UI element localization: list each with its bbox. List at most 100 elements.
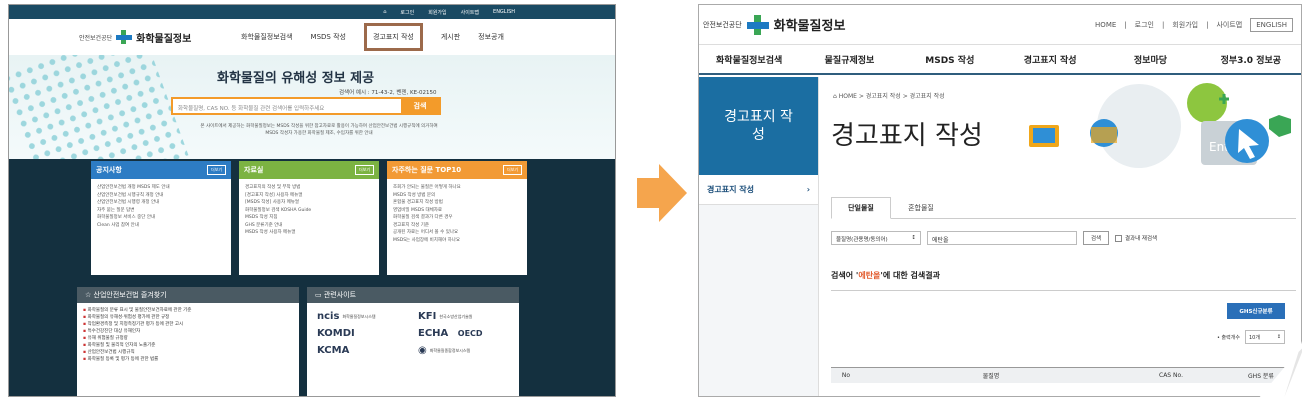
nav-chemical-search[interactable]: 화학물질정보검색 [699,53,799,66]
signup-link[interactable]: 회원가입 [428,9,446,16]
faq-more-button[interactable]: 더보기 [502,165,522,175]
nav-chemical-search[interactable]: 화학물질정보검색 [241,32,293,42]
tab-single-substance[interactable]: 단일물질 [831,197,891,219]
col-no: No [841,372,851,379]
list-item[interactable]: MSDS 작성 방법 문의 [393,192,521,200]
search-input[interactable]: 에탄올 [927,231,1077,245]
archive-card-header: 자료실 더보기 [239,161,379,179]
list-item[interactable]: [경고표지 작성] 사용자 메뉴얼 [245,192,373,200]
list-item[interactable]: 산업안전보건법 시행규칙 개정 안내 [97,192,225,200]
list-item[interactable]: GHS 분류기준 안내 [245,222,373,230]
search-button[interactable]: 검색 [1083,231,1109,245]
site-logo-echa[interactable]: ECHA OECD [418,328,509,339]
hero-search-button[interactable]: 검색 [401,99,439,113]
list-item[interactable]: 자주 묻는 질문 답변 [97,207,225,215]
main-site-screenshot: ⌂ 로그인 회원가입 사이트맵 ENGLISH 안전보건공단 화학물질정보 화학… [8,4,616,397]
list-item[interactable]: ▪ 화학물질 등록 및 평가 등에 관한 법률 [83,356,293,363]
list-item[interactable]: 화학물질정보 검색 KOSHA Guide [245,207,373,215]
ghs-new-classification-button[interactable]: GHS신규분류 [1227,303,1285,319]
tab-mixture[interactable]: 혼합물질 [891,197,951,218]
sitemap-link[interactable]: 사이트맵 [461,9,479,16]
list-item[interactable]: MSDS는 사업장에 비치해야 하나요 [393,237,521,245]
hero-search-input[interactable]: 화학물질명, CAS NO. 등 화학물질 관련 검색어를 입력하주세요 [173,99,401,113]
site-logo-kcma[interactable]: KCMA [317,345,408,356]
law-links-header: ☆ 산업안전보건법 즐겨찾기 [77,287,299,303]
nav-info-yard[interactable]: 정보마당 [1100,53,1200,66]
site-name: 화학물질정보 [136,33,192,45]
signup-link[interactable]: 회원가입 [1172,20,1198,30]
output-count-label: • 출력개수 [1217,334,1240,341]
list-item[interactable]: [MSDS 작성] 사용자 메뉴얼 [245,199,373,207]
nav-warning-label[interactable]: 경고표지 작성 [1000,53,1100,66]
results-table-header: No 물질명 CAS No. GHS 분류 [831,367,1301,383]
faq-list: 조회가 안되는 물질은 어떻게 하나요 MSDS 작성 방법 문의 혼합물 경고… [387,179,527,249]
list-item[interactable]: MSDS 작성 지침 [245,214,373,222]
nav-msds[interactable]: MSDS 작성 [900,53,1000,66]
col-substance: 물질명 [982,373,1000,380]
list-item[interactable]: 공개된 자료는 어디서 볼 수 있나요 [393,229,521,237]
nav-regulation[interactable]: 물질규제정보 [799,53,899,66]
faq-card: 자주하는 질문 TOP10 더보기 조회가 안되는 물질은 어떻게 하나요 MS… [387,161,527,275]
list-item[interactable]: MSDS 작성 사용자 메뉴얼 [245,229,373,237]
sidebar-item-warning-label[interactable]: 경고표지 작성 › [699,175,818,205]
search-type-select[interactable]: 물질명(관용명/동의어) ↕ [831,231,921,245]
site-logo-kfi[interactable]: KFI 한국소방산업기술원 [418,311,509,322]
site-logo-oecd[interactable]: OECD [458,329,483,338]
archive-list: 경고표지의 작성 및 부착 방법 [경고표지 작성] 사용자 메뉴얼 [MSDS… [239,179,379,242]
select-value: 물질명(관용명/동의어) [836,237,888,243]
law-links-card: ☆ 산업안전보건법 즐겨찾기 ▪ 화학물질의 분류 표시 및 물질안전보건자료에… [77,287,299,396]
nav-msds[interactable]: MSDS 작성 [311,32,346,42]
list-item[interactable]: ▪ 산업안전보건법 시행규칙 [83,349,293,356]
list-item[interactable]: ▪ 특수건강진단 대상 유해인자 [83,328,293,335]
english-link[interactable]: ENGLISH [493,9,515,15]
login-link[interactable]: 로그인 [400,9,414,16]
notice-more-button[interactable]: 더보기 [206,165,226,175]
select-arrow-icon: ↕ [911,235,916,241]
site-logo[interactable]: 안전보건공단 화학물질정보 [79,30,191,45]
recheck-label: 결과내 재검색 [1125,236,1158,242]
archive-more-button[interactable]: 더보기 [354,165,374,175]
nav-board[interactable]: 게시판 [441,32,460,42]
green-dots-icon [1187,83,1227,123]
output-count-select[interactable]: 10개 ↕ [1244,330,1285,344]
nav-warning-label[interactable]: 경고표지 작성 [363,23,423,51]
list-item[interactable]: ▪ 화학물질 및 물리적 인자의 노출기준 [83,342,293,349]
site-logo-ncis[interactable]: ncis 화학물질정보시스템 [317,311,408,322]
sitemap-link[interactable]: 사이트맵 [1216,20,1242,30]
law-links-list: ▪ 화학물질의 분류 표시 및 물질안전보건자료에 관한 기준 ▪ 화학물질의 … [77,303,299,367]
list-item[interactable]: 조회가 안되는 물질은 어떻게 하나요 [393,184,521,192]
result-term: 에탄올 [858,271,881,280]
hero-title: 화학물질의 유해성 정보 제공 [217,71,375,86]
home-icon[interactable]: ⌂ [383,9,386,15]
hero-banner: 화학물질의 유해성 정보 제공 검색어 예시 : 71-43-2, 벤젠, KE… [9,55,615,159]
list-item[interactable]: Clean 사업 참여 안내 [97,222,225,230]
english-button[interactable]: ENGLISH [1250,18,1293,32]
list-item[interactable]: ▪ 유해 위험물질 규정량 [83,335,293,342]
recheck-checkbox[interactable]: 결과내 재검색 [1115,234,1157,242]
list-item[interactable]: 영업비밀 MSDS 대체자료 [393,207,521,215]
list-item[interactable]: ▪ 화학물질의 유해성·위험성 평가에 관한 규정 [83,314,293,321]
site-logo[interactable]: 안전보건공단 화학물질정보 [703,14,845,35]
page-title: 경고표지 작성 [831,121,983,151]
related-sites-title: 관련사이트 [323,291,357,299]
site-logo-komdi[interactable]: KOMDI [317,328,408,339]
nav-info-open[interactable]: 정보공개 [478,32,504,42]
list-item[interactable]: ▪ 작업환경측정 및 지정측정기관 평가 등에 관한 고시 [83,321,293,328]
list-item[interactable]: 혼합물 경고표지 작성 방법 [393,199,521,207]
col-ghs: GHS 분류 [1248,373,1274,380]
site-header: 안전보건공단 화학물질정보 화학물질정보검색 MSDS 작성 경고표지 작성 게… [9,19,615,55]
cross-logo-icon [746,14,769,35]
list-item[interactable]: 산업안전보건법 시행령 개정 안내 [97,199,225,207]
result-heading: 검색어 '에탄올'에 대한 검색결과 [831,271,940,280]
site-logo-chem-system[interactable]: ◉ 화학물질종합정보시스템 [418,345,509,356]
list-item[interactable]: 화학물질정보 서비스 중단 안내 [97,214,225,222]
list-item[interactable]: 산업안전보건법 개정 MSDS 제도 안내 [97,184,225,192]
login-link[interactable]: 로그인 [1135,20,1154,30]
nav-gov30[interactable]: 정부3.0 정보공 [1201,53,1301,66]
list-item[interactable]: 화학물질 검색 결과가 다른 경우 [393,214,521,222]
list-item[interactable]: 경고표지 작성 기준 [393,222,521,230]
sidebar-item-label: 경고표지 작성 [707,185,754,194]
home-link[interactable]: HOME [1095,21,1116,29]
list-item[interactable]: 경고표지의 작성 및 부착 방법 [245,184,373,192]
list-item[interactable]: ▪ 화학물질의 분류 표시 및 물질안전보건자료에 관한 기준 [83,307,293,314]
